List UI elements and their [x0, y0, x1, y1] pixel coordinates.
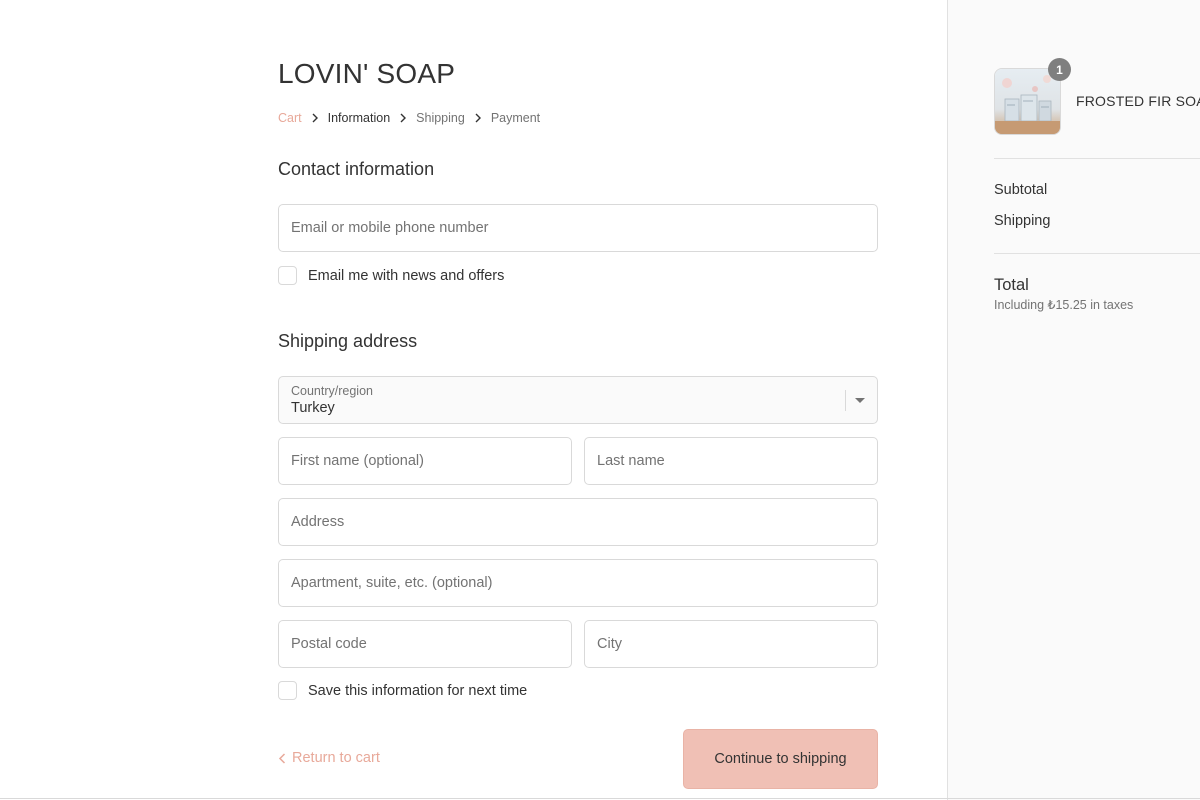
chevron-left-icon	[278, 752, 286, 764]
save-info-checkbox[interactable]	[278, 681, 297, 700]
breadcrumb-shipping: Shipping	[416, 111, 465, 125]
last-name-placeholder: Last name	[597, 453, 665, 469]
return-to-cart-link[interactable]: Return to cart	[278, 750, 380, 766]
news-checkbox-row[interactable]: Email me with news and offers	[278, 266, 504, 285]
first-name-placeholder: First name (optional)	[291, 453, 424, 469]
product-name: FROSTED FIR SOAP	[1076, 93, 1200, 109]
first-name-field[interactable]: First name (optional)	[278, 437, 572, 485]
city-field[interactable]: City	[584, 620, 878, 668]
country-value: Turkey	[291, 399, 335, 416]
contact-section-title: Contact information	[278, 159, 435, 179]
address-placeholder: Address	[291, 514, 345, 530]
postal-code-field[interactable]: Postal code	[278, 620, 572, 668]
breadcrumb-cart[interactable]: Cart	[278, 111, 302, 125]
chevron-right-icon	[302, 113, 328, 123]
apartment-field[interactable]: Apartment, suite, etc. (optional)	[278, 559, 878, 607]
shipping-label: Shipping	[994, 213, 1051, 229]
chevron-right-icon	[465, 113, 491, 123]
total-label: Total	[994, 276, 1029, 294]
quantity-badge: 1	[1048, 58, 1071, 81]
country-select[interactable]: Country/region Turkey	[278, 376, 878, 424]
bottom-divider	[0, 798, 1200, 799]
return-to-cart-label[interactable]: Return to cart	[292, 750, 380, 766]
last-name-field[interactable]: Last name	[584, 437, 878, 485]
address-field[interactable]: Address	[278, 498, 878, 546]
city-placeholder: City	[597, 636, 622, 652]
breadcrumb-payment: Payment	[490, 111, 541, 125]
summary-divider	[994, 253, 1200, 254]
shipping-section-title: Shipping address	[278, 331, 418, 351]
checkout-main: LOVIN' SOAP Cart Information Shipping Pa…	[0, 0, 947, 800]
breadcrumb: Cart Information Shipping Payment	[278, 111, 540, 125]
postal-code-placeholder: Postal code	[291, 636, 367, 652]
select-divider	[845, 390, 846, 411]
dropdown-arrow-icon	[855, 398, 865, 403]
country-label: Country/region	[291, 383, 373, 398]
store-name[interactable]: LOVIN' SOAP	[278, 58, 455, 90]
breadcrumb-information: Information	[327, 111, 391, 125]
email-field[interactable]: Email or mobile phone number	[278, 204, 878, 252]
email-placeholder: Email or mobile phone number	[291, 220, 489, 236]
news-checkbox-label[interactable]: Email me with news and offers	[308, 268, 504, 284]
chevron-right-icon	[390, 113, 416, 123]
save-info-label[interactable]: Save this information for next time	[308, 683, 527, 699]
news-checkbox[interactable]	[278, 266, 297, 285]
tax-note: Including ₺15.25 in taxes	[994, 298, 1134, 312]
apartment-placeholder: Apartment, suite, etc. (optional)	[291, 575, 493, 591]
continue-to-shipping-button[interactable]: Continue to shipping	[683, 729, 878, 789]
continue-button-label[interactable]: Continue to shipping	[714, 751, 846, 767]
summary-divider	[994, 158, 1200, 159]
subtotal-label: Subtotal	[994, 182, 1048, 198]
save-info-checkbox-row[interactable]: Save this information for next time	[278, 681, 527, 700]
order-summary-sidebar: 1 FROSTED FIR SOAP Subtotal Shipping Tot…	[947, 0, 1200, 800]
